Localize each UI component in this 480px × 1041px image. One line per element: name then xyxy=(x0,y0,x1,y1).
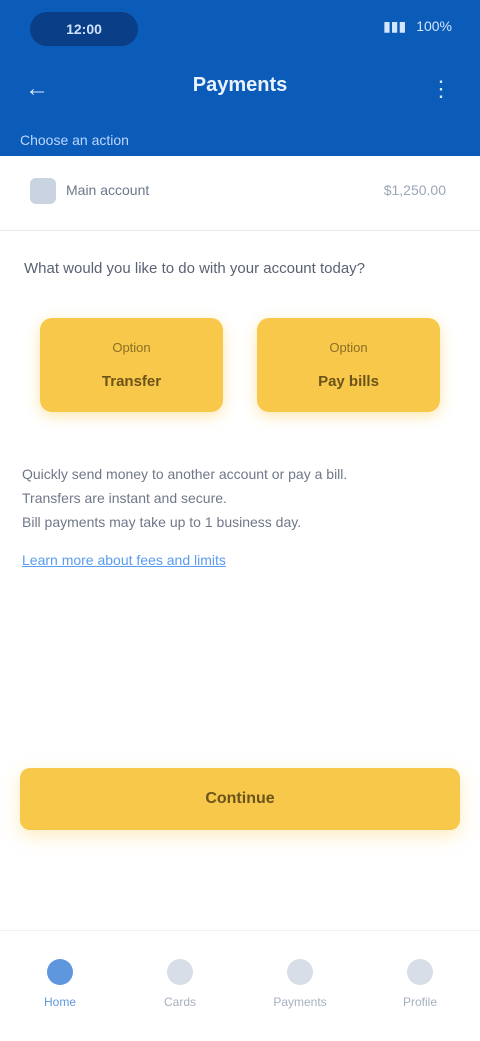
info-text: Quickly send money to another account or… xyxy=(22,462,458,572)
nav-item-profile[interactable]: Profile xyxy=(360,931,480,1041)
home-icon xyxy=(47,959,73,985)
nav-label: Profile xyxy=(402,995,437,1009)
action-small: Option xyxy=(112,340,151,355)
user-icon xyxy=(407,959,433,985)
prompt-text: What would you like to do with your acco… xyxy=(24,260,366,277)
back-button[interactable]: ← xyxy=(20,72,54,106)
menu-button[interactable]: ⋮ xyxy=(424,72,458,106)
page-subtitle: Choose an action xyxy=(20,132,129,148)
info-line: Quickly send money to another account or… xyxy=(22,466,348,482)
account-balance: $1,250.00 xyxy=(383,182,446,198)
action-label: Transfer xyxy=(101,373,162,390)
status-system: ▮▮▮ 100% xyxy=(383,18,452,35)
nav-label: Payments xyxy=(273,995,327,1009)
payment-icon xyxy=(287,959,313,985)
nav-label: Home xyxy=(43,995,76,1009)
more-icon: ⋮ xyxy=(430,76,452,101)
action-buttons: Option Transfer Option Pay bills xyxy=(40,318,440,412)
action-button-transfer[interactable]: Option Transfer xyxy=(40,318,223,412)
app-header: ← Payments ⋮ Choose an action xyxy=(0,56,480,156)
nav-item-payments[interactable]: Payments xyxy=(240,931,360,1041)
action-label: Pay bills xyxy=(318,373,379,390)
action-button-pay-bills[interactable]: Option Pay bills xyxy=(257,318,440,412)
action-small: Option xyxy=(329,340,368,355)
continue-button[interactable]: Continue xyxy=(20,768,460,830)
card-icon xyxy=(167,959,193,985)
nav-label: Cards xyxy=(163,995,196,1009)
nav-item-cards[interactable]: Cards xyxy=(120,931,240,1041)
status-bar: 12:00 ▮▮▮ 100% xyxy=(0,0,480,56)
account-label: Main account xyxy=(66,182,150,198)
learn-more-link[interactable]: Learn more about fees and limits xyxy=(22,548,458,572)
nav-item-home[interactable]: Home xyxy=(0,931,120,1041)
page-title: Payments xyxy=(192,74,288,96)
signal-icon: ▮▮▮ xyxy=(383,18,407,34)
info-line: Bill payments may take up to 1 business … xyxy=(22,514,302,530)
account-card[interactable]: Main account $1,250.00 xyxy=(0,158,480,231)
info-line: Transfers are instant and secure. xyxy=(22,490,227,506)
battery-text: 100% xyxy=(416,18,452,34)
status-time: 12:00 xyxy=(30,12,138,46)
wallet-icon xyxy=(30,178,56,204)
bottom-navigation: Home Cards Payments Profile xyxy=(0,930,480,1041)
arrow-left-icon: ← xyxy=(25,75,49,102)
